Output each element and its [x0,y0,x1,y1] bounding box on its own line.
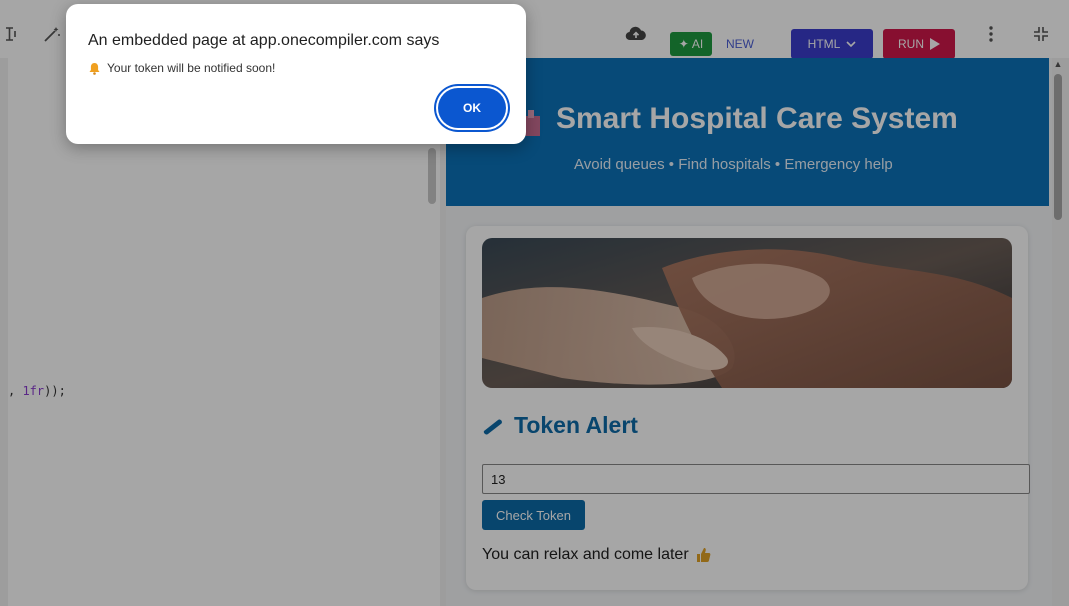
dialog-title: An embedded page at app.onecompiler.com … [88,32,440,49]
ok-button[interactable]: OK [438,88,506,128]
dialog-message: Your token will be notified soon! [88,61,275,75]
bell-icon [89,62,100,75]
dialog-message-text: Your token will be notified soon! [107,61,276,75]
alert-dialog: An embedded page at app.onecompiler.com … [66,4,526,144]
